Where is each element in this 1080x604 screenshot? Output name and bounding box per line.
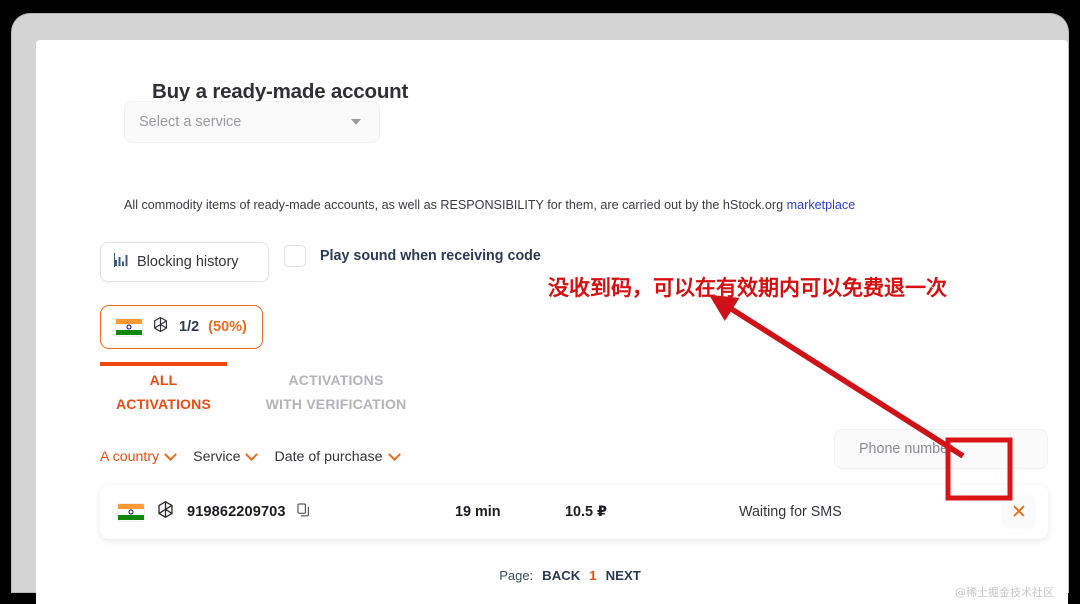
blocking-history-label: Blocking history: [137, 254, 239, 270]
chevron-down-icon: [388, 448, 401, 461]
play-sound-checkbox[interactable]: [284, 245, 306, 267]
activation-count-pill[interactable]: 1/2 (50%): [100, 305, 263, 349]
pagination: Page: BACK 1 NEXT: [72, 568, 1068, 583]
filter-date-label: Date of purchase: [274, 449, 382, 465]
chevron-down-icon: [164, 448, 177, 461]
filter-country[interactable]: A country: [100, 449, 175, 465]
bar-chart-icon: [113, 252, 129, 273]
browser-viewport: Buy a ready-made account Select a servic…: [36, 40, 1068, 604]
filter-date-of-purchase[interactable]: Date of purchase: [274, 449, 398, 465]
row-status: Waiting for SMS: [739, 504, 842, 520]
chevron-down-icon: [246, 448, 259, 461]
play-sound-option[interactable]: Play sound when receiving code: [284, 245, 541, 267]
pagination-current-page[interactable]: 1: [589, 568, 596, 583]
india-flag-icon: [118, 504, 144, 521]
row-time-left: 19 min: [455, 504, 501, 520]
phone-number-search[interactable]: [834, 429, 1048, 469]
notice-text: All commodity items of ready-made accoun…: [124, 198, 787, 212]
service-select-placeholder: Select a service: [139, 114, 241, 130]
blocking-history-button[interactable]: Blocking history: [100, 242, 269, 282]
tab-activations-with-verification[interactable]: ACTIVATIONS WITH VERIFICATION: [245, 368, 427, 416]
row-price: 10.5 ₽: [565, 504, 607, 520]
chevron-down-icon: [351, 119, 361, 125]
tab-all-activations[interactable]: ALL ACTIVATIONS: [100, 368, 227, 416]
tab-verification-line1: ACTIVATIONS: [245, 368, 427, 392]
cancel-activation-button[interactable]: ✕: [1002, 495, 1036, 529]
play-sound-label: Play sound when receiving code: [320, 248, 541, 264]
table-row[interactable]: 919862209703 19 min 10.5 ₽ Waiting for S…: [100, 485, 1048, 539]
openai-logo-icon: [151, 315, 170, 339]
activation-tabs: ALL ACTIVATIONS ACTIVATIONS WITH VERIFIC…: [100, 368, 427, 416]
row-identity: 919862209703: [118, 499, 310, 525]
watermark: @稀土掘金技术社区: [955, 584, 1054, 600]
page-content: Buy a ready-made account Select a servic…: [72, 40, 1068, 604]
browser-frame: Buy a ready-made account Select a servic…: [12, 14, 1068, 592]
phone-number-input[interactable]: [859, 441, 1023, 457]
screenshot-root: Buy a ready-made account Select a servic…: [0, 0, 1080, 604]
marketplace-link[interactable]: marketplace: [787, 198, 856, 212]
filter-service[interactable]: Service: [193, 449, 256, 465]
filter-country-label: A country: [100, 449, 159, 465]
tab-all-activations-line1: ALL: [100, 368, 227, 392]
copy-icon[interactable]: [297, 503, 310, 522]
service-select[interactable]: Select a service: [124, 101, 380, 143]
active-tab-indicator: [100, 362, 227, 366]
phone-number-value: 919862209703: [187, 504, 286, 520]
india-flag-icon: [116, 319, 142, 336]
filter-bar: A country Service Date of purchase: [100, 449, 399, 465]
openai-logo-icon: [155, 499, 176, 525]
filter-service-label: Service: [193, 449, 240, 465]
pagination-back[interactable]: BACK: [542, 568, 580, 583]
annotation-text: 没收到码，可以在有效期内可以免费退一次: [548, 272, 947, 302]
main-card: Buy a ready-made account Select a servic…: [72, 40, 1068, 604]
activation-percent: (50%): [208, 319, 247, 335]
marketplace-notice: All commodity items of ready-made accoun…: [124, 198, 855, 212]
pagination-next[interactable]: NEXT: [606, 568, 641, 583]
pagination-label: Page:: [499, 568, 533, 583]
activation-fraction: 1/2: [179, 319, 199, 335]
tab-all-activations-line2: ACTIVATIONS: [100, 392, 227, 416]
tab-verification-line2: WITH VERIFICATION: [245, 392, 427, 416]
